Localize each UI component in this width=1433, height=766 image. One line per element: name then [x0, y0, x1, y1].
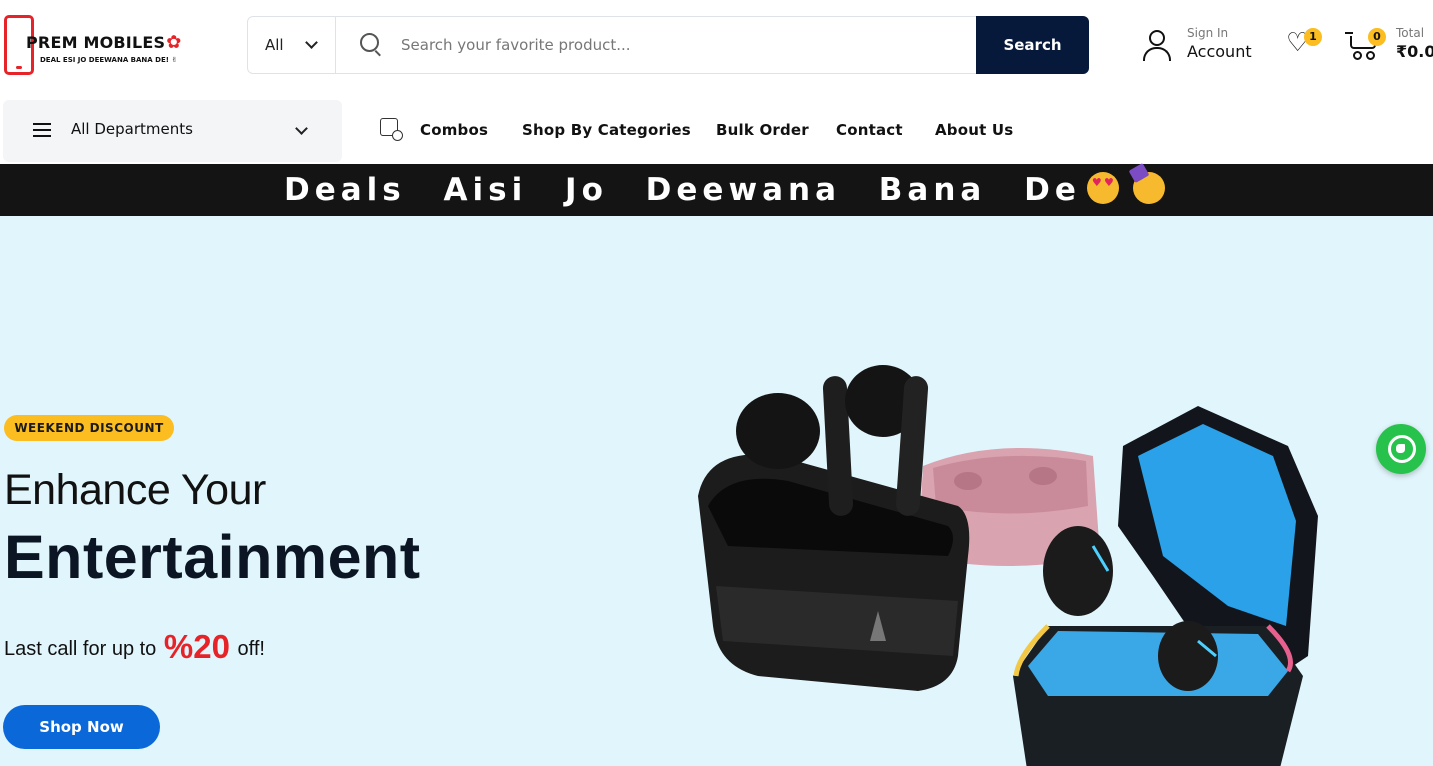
search-bar: All Search — [247, 16, 1089, 74]
search-category-select[interactable]: All — [248, 17, 336, 73]
all-departments-dropdown[interactable]: All Departments — [3, 100, 342, 162]
nav-shop-by-categories[interactable]: Shop By Categories — [522, 121, 691, 139]
cart-button[interactable]: 0 Total ₹0.00 — [1345, 24, 1433, 66]
chevron-down-icon — [305, 36, 318, 49]
account-link[interactable]: Sign In Account — [1142, 26, 1262, 66]
heart-eyes-emoji-icon — [1086, 172, 1119, 204]
hero-section: WEEKEND DISCOUNT Enhance Your Entertainm… — [0, 216, 1433, 766]
brand-logo[interactable]: PREM MOBILES✿ DEAL ESI JO DEEWANA BANA D… — [4, 14, 204, 78]
brand-name: PREM MOBILES — [26, 33, 166, 52]
wishlist-button[interactable]: ♡ 1 — [1284, 28, 1322, 62]
whatsapp-chat-icon[interactable] — [1376, 424, 1426, 474]
shop-now-button[interactable]: Shop Now — [3, 705, 160, 749]
cart-count-badge: 0 — [1368, 28, 1386, 46]
menu-icon — [33, 123, 51, 137]
site-header: PREM MOBILES✿ DEAL ESI JO DEEWANA BANA D… — [0, 0, 1433, 92]
earbuds-product-image — [698, 365, 1318, 766]
cart-total-label: Total — [1396, 26, 1425, 40]
nav-contact[interactable]: Contact — [836, 121, 903, 139]
gear-logo-icon: ✿ — [166, 32, 182, 53]
user-icon — [1142, 30, 1171, 61]
all-departments-label: All Departments — [71, 120, 193, 138]
nav-combos[interactable]: Combos — [420, 121, 488, 139]
account-label: Account — [1187, 42, 1252, 61]
combo-icon — [380, 118, 403, 141]
party-face-emoji-icon — [1132, 172, 1165, 204]
hero-title-line2: Entertainment — [4, 523, 421, 591]
search-category-value: All — [265, 36, 284, 54]
weekend-discount-badge: WEEKEND DISCOUNT — [4, 415, 174, 441]
promo-banner: Deals Aisi Jo Deewana Bana De — [0, 164, 1433, 216]
banner-text: Deals Aisi Jo Deewana Bana De — [284, 172, 1081, 208]
offer-percent: %20 — [163, 628, 230, 665]
offer-prefix: Last call for up to — [4, 638, 157, 660]
nav-about-us[interactable]: About Us — [935, 121, 1013, 139]
search-icon — [360, 33, 379, 52]
hero-title-line1: Enhance Your — [4, 466, 266, 514]
signin-label: Sign In — [1187, 26, 1229, 40]
cart-total-value: ₹0.00 — [1396, 42, 1433, 61]
brand-tagline: DEAL ESI JO DEEWANA BANA DE! ✌ — [40, 56, 178, 64]
offer-suffix: off! — [237, 638, 265, 660]
search-input[interactable] — [401, 31, 961, 59]
wishlist-count-badge: 1 — [1304, 28, 1322, 46]
search-button[interactable]: Search — [976, 16, 1089, 74]
chevron-down-icon — [295, 122, 308, 135]
hero-offer: Last call for up to %20 off! — [4, 628, 265, 666]
nav-bulk-order[interactable]: Bulk Order — [716, 121, 809, 139]
